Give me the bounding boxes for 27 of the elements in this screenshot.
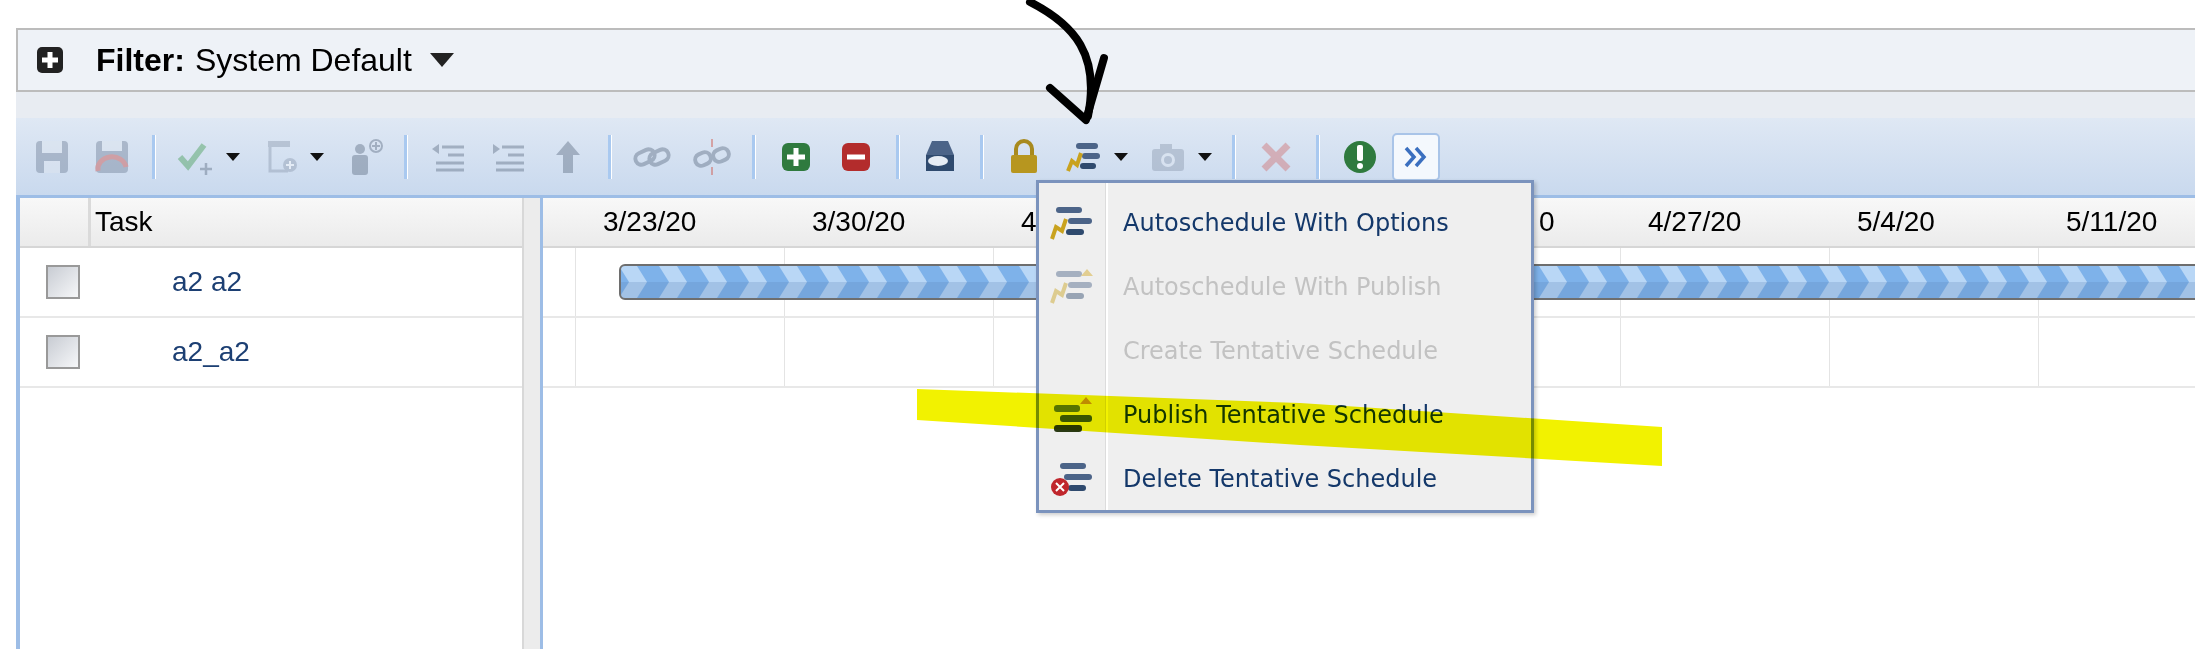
date-header: 3/23/20 (602, 206, 697, 238)
caret-icon (1198, 152, 1212, 161)
filter-label: Filter: (96, 41, 185, 79)
task-name[interactable]: a2 a2 (172, 266, 243, 298)
checkbox[interactable] (46, 335, 80, 369)
plus-icon[interactable] (36, 46, 64, 74)
column-header[interactable]: Task (91, 198, 153, 246)
menu-item[interactable]: Autoschedule With Options (1039, 191, 1531, 255)
schedule-bars-icon (1050, 205, 1094, 241)
bars-delete-icon (1050, 461, 1094, 497)
date-header: 5/11/20 (2065, 206, 2158, 238)
caret-icon (226, 152, 240, 161)
date-header: 4 (1020, 206, 1037, 238)
date-header: 4/27/20 (1647, 206, 1742, 238)
caret-icon (1114, 152, 1128, 161)
date-header: 3/30/20 (811, 206, 906, 238)
schedule-bars-icon (1050, 269, 1094, 305)
expand-button[interactable] (1392, 132, 1440, 181)
caret-icon[interactable] (429, 53, 454, 67)
checkbox[interactable] (46, 265, 80, 299)
splitter-bar[interactable] (522, 198, 543, 649)
broken-link-icon (692, 136, 732, 177)
caret-icon (310, 152, 324, 161)
date-header: 5/4/20 (1856, 206, 1935, 238)
filter-value[interactable]: System Default (194, 41, 412, 79)
task-name[interactable]: a2_a2 (172, 336, 250, 368)
menu-item[interactable]: Delete Tentative Schedule (1039, 447, 1531, 511)
